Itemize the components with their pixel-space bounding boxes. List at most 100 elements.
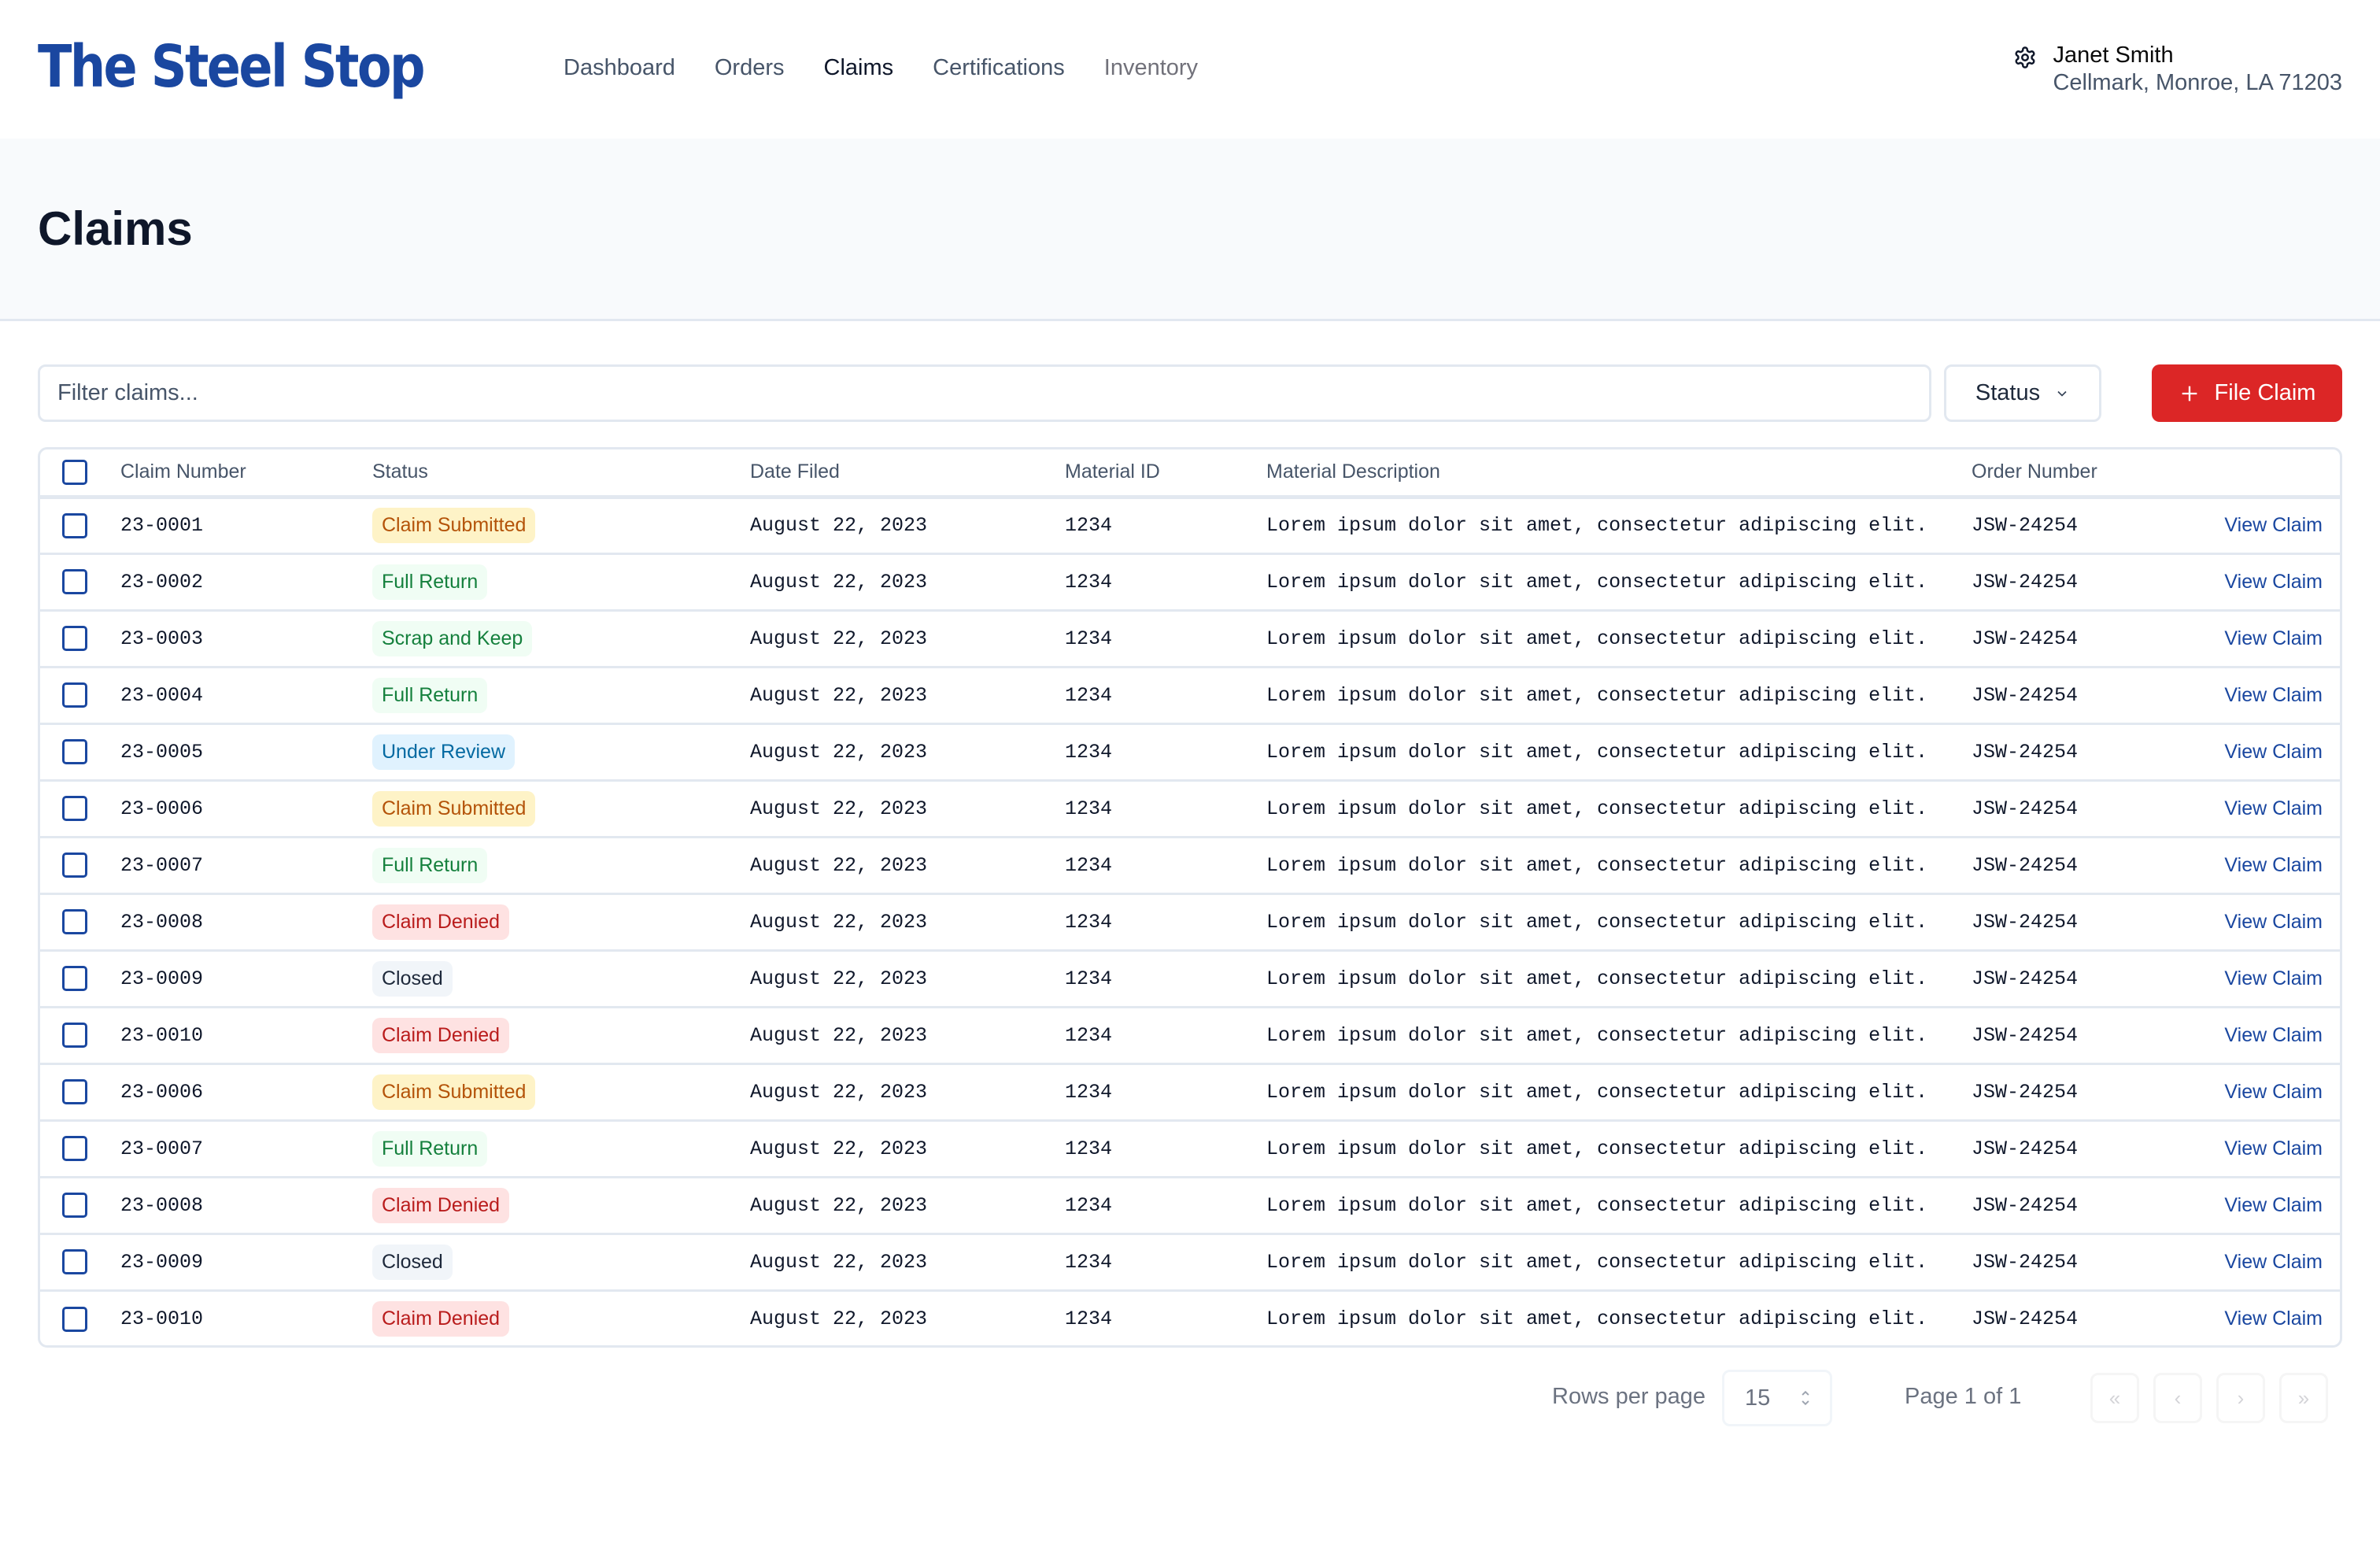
row-checkbox[interactable]: [62, 569, 87, 594]
header-order-number[interactable]: Order Number: [1972, 449, 2168, 497]
view-claim-link[interactable]: View Claim: [2168, 1177, 2340, 1233]
table-row: 23-0010 Claim Denied August 22, 2023 123…: [40, 1007, 2340, 1063]
date-filed: August 22, 2023: [750, 1023, 928, 1047]
plus-icon: [2182, 386, 2197, 401]
logo[interactable]: The Steel Stop: [38, 33, 426, 101]
row-checkbox[interactable]: [62, 682, 87, 708]
previous-page-button[interactable]: ‹: [2153, 1373, 2202, 1423]
material-id: 1234: [1065, 1080, 1113, 1104]
order-number: JSW-24254: [1972, 1137, 2079, 1160]
nav-certifications[interactable]: Certifications: [933, 55, 1065, 81]
claim-number: 23-0006: [120, 797, 204, 820]
nav-inventory[interactable]: Inventory: [1104, 55, 1198, 81]
file-claim-button[interactable]: File Claim: [2152, 364, 2342, 422]
header-material-description[interactable]: Material Description: [1266, 449, 1972, 497]
date-filed: August 22, 2023: [750, 797, 928, 820]
view-claim-link[interactable]: View Claim: [2168, 780, 2340, 837]
row-checkbox[interactable]: [62, 966, 87, 991]
row-checkbox[interactable]: [62, 739, 87, 764]
header-date-filed[interactable]: Date Filed: [750, 449, 1065, 497]
row-checkbox[interactable]: [62, 512, 87, 538]
status-badge: Full Return: [372, 677, 488, 713]
date-filed: August 22, 2023: [750, 1080, 928, 1104]
user-address: Cellmark, Monroe, LA 71203: [2053, 70, 2342, 95]
material-id: 1234: [1065, 853, 1113, 877]
status-badge: Claim Submitted: [372, 790, 536, 827]
claim-number: 23-0001: [120, 514, 204, 537]
select-all-checkbox[interactable]: [62, 459, 87, 485]
table-row: 23-0002 Full Return August 22, 2023 1234…: [40, 553, 2340, 610]
nav-claims[interactable]: Claims: [824, 55, 894, 81]
material-id: 1234: [1065, 740, 1113, 764]
nav-orders[interactable]: Orders: [715, 55, 785, 81]
header-claim-number[interactable]: Claim Number: [120, 449, 372, 497]
status-badge: Scrap and Keep: [372, 620, 533, 656]
view-claim-link[interactable]: View Claim: [2168, 723, 2340, 780]
status-badge: Claim Submitted: [372, 508, 536, 543]
header-actions: [2168, 449, 2340, 497]
order-number: JSW-24254: [1972, 740, 2079, 764]
main-nav: Dashboard Orders Claims Certifications I…: [564, 55, 1198, 81]
material-description: Lorem ipsum dolor sit amet, consectetur …: [1266, 1023, 1928, 1047]
chevron-right-icon: ›: [2237, 1385, 2245, 1410]
order-number: JSW-24254: [1972, 910, 2079, 934]
material-description: Lorem ipsum dolor sit amet, consectetur …: [1266, 627, 1928, 650]
table-row: 23-0003 Scrap and Keep August 22, 2023 1…: [40, 610, 2340, 667]
filter-claims-input[interactable]: [38, 364, 1931, 422]
user-menu[interactable]: Janet Smith Cellmark, Monroe, LA 71203: [2013, 41, 2342, 96]
view-claim-link[interactable]: View Claim: [2168, 1063, 2340, 1120]
view-claim-link[interactable]: View Claim: [2168, 1007, 2340, 1063]
view-claim-link[interactable]: View Claim: [2168, 837, 2340, 893]
claim-number: 23-0003: [120, 627, 204, 650]
material-description: Lorem ipsum dolor sit amet, consectetur …: [1266, 740, 1928, 764]
row-checkbox[interactable]: [62, 1023, 87, 1048]
row-checkbox[interactable]: [62, 853, 87, 878]
view-claim-link[interactable]: View Claim: [2168, 553, 2340, 610]
user-info: Janet Smith Cellmark, Monroe, LA 71203: [2053, 41, 2342, 96]
row-checkbox[interactable]: [62, 626, 87, 651]
material-description: Lorem ipsum dolor sit amet, consectetur …: [1266, 967, 1928, 990]
status-filter-dropdown[interactable]: Status: [1944, 364, 2101, 422]
row-checkbox[interactable]: [62, 909, 87, 934]
material-description: Lorem ipsum dolor sit amet, consectetur …: [1266, 1250, 1928, 1274]
view-claim-link[interactable]: View Claim: [2168, 1233, 2340, 1290]
header-status[interactable]: Status: [372, 449, 750, 497]
gear-icon[interactable]: [2013, 46, 2037, 69]
table-row: 23-0004 Full Return August 22, 2023 1234…: [40, 667, 2340, 723]
toolbar: Status File Claim: [38, 364, 2342, 422]
view-claim-link[interactable]: View Claim: [2168, 1290, 2340, 1345]
pagination: Rows per page 15 Page 1 of 1 « ‹ › »: [0, 1370, 2380, 1426]
view-claim-link[interactable]: View Claim: [2168, 950, 2340, 1007]
view-claim-link[interactable]: View Claim: [2168, 667, 2340, 723]
date-filed: August 22, 2023: [750, 1193, 928, 1217]
order-number: JSW-24254: [1972, 1080, 2079, 1104]
rows-per-page-value: 15: [1745, 1385, 1771, 1411]
row-checkbox[interactable]: [62, 1193, 87, 1218]
nav-dashboard[interactable]: Dashboard: [564, 55, 675, 81]
order-number: JSW-24254: [1972, 967, 2079, 990]
view-claim-link[interactable]: View Claim: [2168, 1120, 2340, 1177]
status-badge: Closed: [372, 960, 453, 997]
last-page-button[interactable]: »: [2279, 1373, 2328, 1423]
row-checkbox[interactable]: [62, 796, 87, 821]
status-badge: Closed: [372, 1244, 453, 1280]
row-checkbox[interactable]: [62, 1079, 87, 1104]
status-badge: Under Review: [372, 734, 516, 770]
next-page-button[interactable]: ›: [2216, 1373, 2265, 1423]
view-claim-link[interactable]: View Claim: [2168, 893, 2340, 950]
material-id: 1234: [1065, 683, 1113, 707]
first-page-button[interactable]: «: [2090, 1373, 2139, 1423]
table-row: 23-0008 Claim Denied August 22, 2023 123…: [40, 1177, 2340, 1233]
row-checkbox[interactable]: [62, 1306, 87, 1332]
status-badge: Claim Denied: [372, 1187, 510, 1223]
material-id: 1234: [1065, 1307, 1113, 1331]
view-claim-link[interactable]: View Claim: [2168, 610, 2340, 667]
row-checkbox[interactable]: [62, 1249, 87, 1274]
material-description: Lorem ipsum dolor sit amet, consectetur …: [1266, 1193, 1928, 1217]
row-checkbox[interactable]: [62, 1136, 87, 1161]
table-row: 23-0006 Claim Submitted August 22, 2023 …: [40, 1063, 2340, 1120]
header-material-id[interactable]: Material ID: [1065, 449, 1266, 497]
rows-per-page-select[interactable]: 15: [1722, 1370, 1832, 1426]
material-id: 1234: [1065, 797, 1113, 820]
view-claim-link[interactable]: View Claim: [2168, 497, 2340, 553]
